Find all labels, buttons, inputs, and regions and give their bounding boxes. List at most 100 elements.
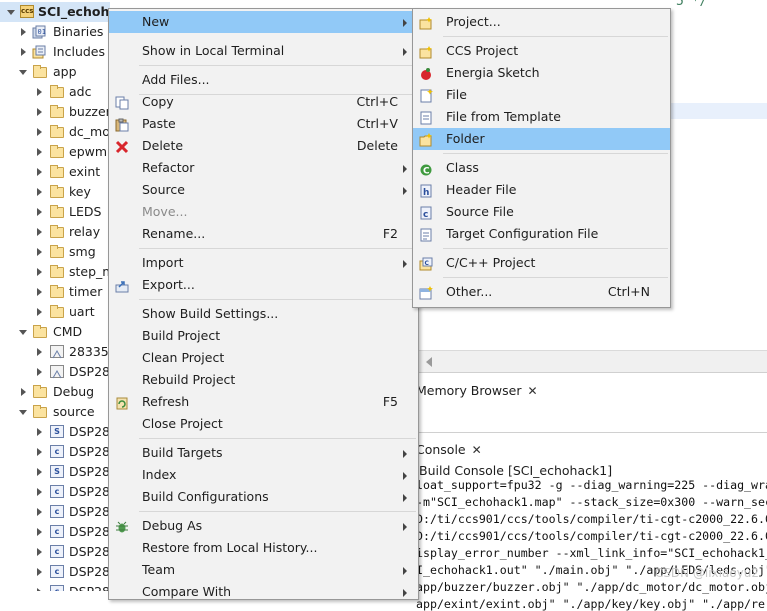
menu-item-compare-with[interactable]: Compare With (109, 581, 418, 603)
submenu-item-header-file[interactable]: h Header File (413, 179, 670, 201)
expand-arrow-icon[interactable] (37, 248, 42, 256)
submenu-item-file-from-template[interactable]: File from Template (413, 106, 670, 128)
tree-item-project[interactable]: ccs SCI_echohack (0, 2, 110, 22)
tree-item-source-file[interactable]: S DSP283 (0, 462, 110, 482)
menu-item-source[interactable]: Source (109, 179, 418, 201)
tree-item-buzzer[interactable]: buzzer (0, 102, 110, 122)
close-icon[interactable]: ✕ (527, 384, 537, 398)
expand-arrow-icon[interactable] (37, 568, 42, 576)
tree-item-source-file[interactable]: c DSP283 (0, 442, 110, 462)
tree-item-dc-motor[interactable]: dc_mo (0, 122, 110, 142)
menu-item-export[interactable]: Export... (109, 274, 418, 296)
expand-arrow-icon[interactable] (37, 88, 42, 96)
tree-item-exint[interactable]: exint (0, 162, 110, 182)
submenu-item-energia-sketch[interactable]: Energia Sketch (413, 62, 670, 84)
expand-arrow-icon[interactable] (37, 108, 42, 116)
submenu-item-cpp-project[interactable]: C C/C++ Project (413, 252, 670, 274)
tree-item-adc[interactable]: adc (0, 82, 110, 102)
tab-console[interactable]: Console ✕ (416, 442, 482, 457)
expand-arrow-icon[interactable] (37, 308, 42, 316)
editor-horizontal-scrollbar[interactable] (416, 350, 767, 373)
expand-arrow-icon[interactable] (21, 48, 26, 56)
tree-item-cmd-file[interactable]: 28335_ (0, 342, 110, 362)
menu-item-refactor[interactable]: Refactor (109, 157, 418, 179)
menu-item-index[interactable]: Index (109, 464, 418, 486)
submenu-item-ccs-project[interactable]: CCS Project (413, 40, 670, 62)
menu-item-debug-as[interactable]: Debug As (109, 515, 418, 537)
close-icon[interactable]: ✕ (472, 443, 482, 457)
expand-arrow-icon[interactable] (37, 488, 42, 496)
menu-item-rebuild-project[interactable]: Rebuild Project (109, 369, 418, 391)
expand-arrow-icon[interactable] (19, 70, 27, 75)
menu-item-refresh[interactable]: Refresh F5 (109, 391, 418, 413)
tree-item-binaries[interactable]: 01 Binaries (0, 22, 110, 42)
tree-item-source-file[interactable]: c DSP283 (0, 522, 110, 542)
expand-arrow-icon[interactable] (37, 368, 42, 376)
submenu-item-other[interactable]: Other... Ctrl+N (413, 281, 670, 303)
menu-item-close-project[interactable]: Close Project (109, 413, 418, 435)
menu-item-clean-project[interactable]: Clean Project (109, 347, 418, 369)
menu-item-show-build-settings[interactable]: Show Build Settings... (109, 303, 418, 325)
expand-arrow-icon[interactable] (37, 268, 42, 276)
menu-item-new[interactable]: New (109, 11, 418, 33)
tree-item-source-file[interactable]: c DSP283 (0, 502, 110, 522)
menu-item-team[interactable]: Team (109, 559, 418, 581)
tree-item-source-file[interactable]: c DSP283 (0, 542, 110, 562)
tree-item-step-motor[interactable]: step_m (0, 262, 110, 282)
expand-arrow-icon[interactable] (37, 128, 42, 136)
expand-arrow-icon[interactable] (37, 468, 42, 476)
expand-arrow-icon[interactable] (21, 28, 26, 36)
menu-item-show-in-local-terminal[interactable]: Show in Local Terminal (109, 40, 418, 62)
tree-item-uart[interactable]: uart (0, 302, 110, 322)
menu-item-add-files[interactable]: Add Files... (109, 69, 418, 91)
expand-arrow-icon[interactable] (37, 348, 42, 356)
menu-item-delete[interactable]: Delete Delete (109, 135, 418, 157)
tree-item-relay[interactable]: relay (0, 222, 110, 242)
expand-arrow-icon[interactable] (37, 168, 42, 176)
tree-item-app[interactable]: app (0, 62, 110, 82)
submenu-item-project[interactable]: Project... (413, 11, 670, 33)
tree-item-epwm[interactable]: epwm (0, 142, 110, 162)
expand-arrow-icon[interactable] (37, 528, 42, 536)
tree-item-key[interactable]: key (0, 182, 110, 202)
scroll-left-icon[interactable] (426, 357, 432, 367)
menu-item-build-project[interactable]: Build Project (109, 325, 418, 347)
expand-arrow-icon[interactable] (37, 428, 42, 436)
tree-item-source-file[interactable]: c DSP283 (0, 582, 110, 591)
expand-arrow-icon[interactable] (37, 228, 42, 236)
expand-arrow-icon[interactable] (19, 410, 27, 415)
tree-item-source-file[interactable]: c DSP283 (0, 562, 110, 582)
tree-item-source-file[interactable]: c DSP283 (0, 482, 110, 502)
tree-item-includes[interactable]: Includes (0, 42, 110, 62)
menu-item-build-targets[interactable]: Build Targets (109, 442, 418, 464)
tree-item-cmd[interactable]: CMD (0, 322, 110, 342)
expand-arrow-icon[interactable] (37, 148, 42, 156)
expand-arrow-icon[interactable] (21, 388, 26, 396)
submenu-item-class[interactable]: C Class (413, 157, 670, 179)
expand-arrow-icon[interactable] (37, 508, 42, 516)
tree-item-leds[interactable]: LEDS (0, 202, 110, 222)
expand-arrow-icon[interactable] (37, 548, 42, 556)
submenu-item-folder[interactable]: Folder (413, 128, 670, 150)
tree-item-source[interactable]: source (0, 402, 110, 422)
menu-item-rename[interactable]: Rename... F2 (109, 223, 418, 245)
menu-item-build-configurations[interactable]: Build Configurations (109, 486, 418, 508)
menu-item-restore-local-history[interactable]: Restore from Local History... (109, 537, 418, 559)
expand-arrow-icon[interactable] (37, 448, 42, 456)
tab-memory-browser[interactable]: Memory Browser ✕ (416, 383, 538, 398)
expand-arrow-icon[interactable] (37, 208, 42, 216)
expand-arrow-icon[interactable] (19, 330, 27, 335)
tree-item-cmd-file[interactable]: DSP283 (0, 362, 110, 382)
menu-item-import[interactable]: Import (109, 252, 418, 274)
tree-item-timer[interactable]: timer (0, 282, 110, 302)
expand-arrow-icon[interactable] (37, 188, 42, 196)
submenu-item-target-configuration-file[interactable]: Target Configuration File (413, 223, 670, 245)
tree-item-source-file[interactable]: S DSP283 (0, 422, 110, 442)
menu-item-paste[interactable]: Paste Ctrl+V (109, 113, 418, 135)
expand-arrow-icon[interactable] (37, 288, 42, 296)
expand-arrow-icon[interactable] (7, 10, 15, 15)
tree-item-smg[interactable]: smg (0, 242, 110, 262)
submenu-item-file[interactable]: File (413, 84, 670, 106)
menu-item-copy[interactable]: Copy Ctrl+C (109, 91, 418, 113)
tree-item-debug[interactable]: Debug (0, 382, 110, 402)
